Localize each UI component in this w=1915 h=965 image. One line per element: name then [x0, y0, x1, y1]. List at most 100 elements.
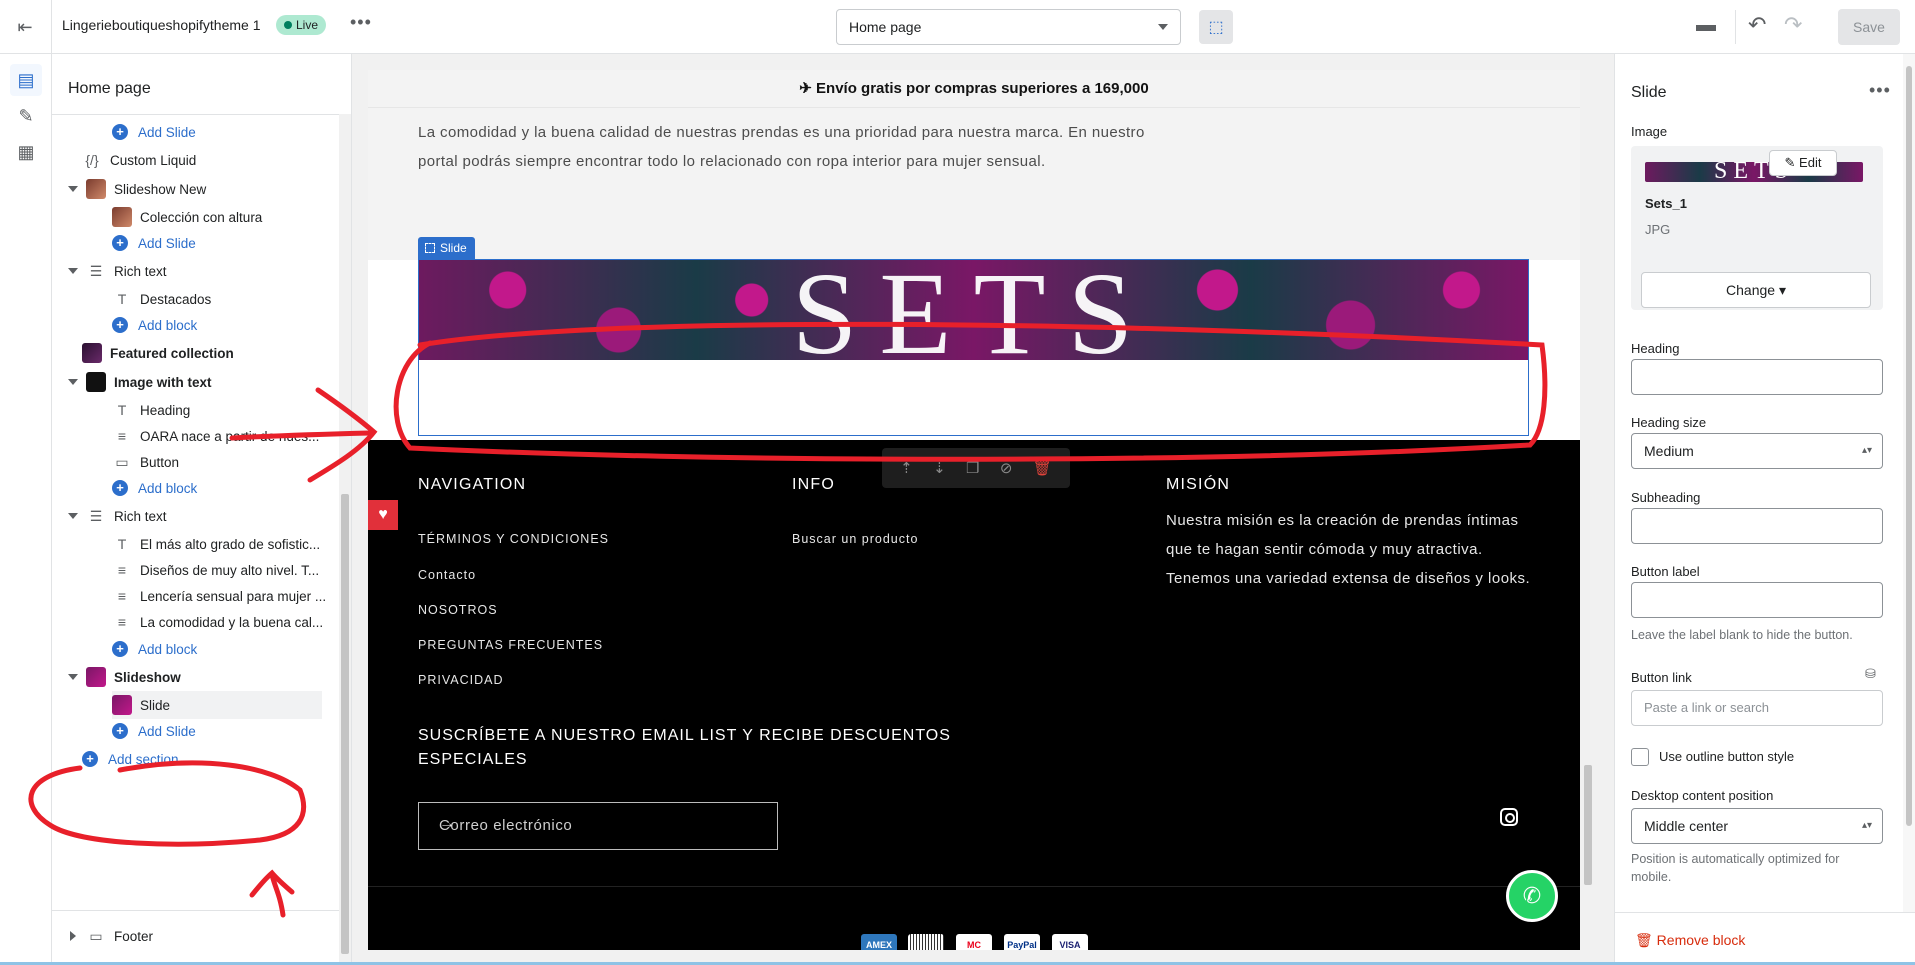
page-selector[interactable]: Home page	[836, 9, 1181, 45]
sections-icon[interactable]: ▤	[10, 64, 42, 96]
duplicate-icon[interactable]: ❐	[966, 459, 979, 477]
button-link-input[interactable]: Paste a link or search	[1631, 690, 1883, 726]
page-selector-value: Home page	[849, 19, 922, 35]
remove-block-button[interactable]: 🗑 Remove block	[1635, 932, 1745, 949]
instagram-icon[interactable]	[1500, 808, 1518, 826]
plus-icon: +	[112, 480, 128, 496]
dynamic-source-icon[interactable]: ⛁	[1865, 666, 1876, 682]
panel-divider	[52, 114, 351, 115]
paragraph-icon: ≡	[117, 588, 127, 604]
section-rich-text[interactable]: ☰ Rich text	[68, 502, 348, 530]
block-paragraph[interactable]: ≡ Diseños de muy alto nivel. T...	[112, 556, 351, 584]
preview-scrollbar-thumb[interactable]	[1584, 765, 1592, 885]
heart-icon[interactable]: ♥	[368, 500, 398, 530]
heading-input[interactable]	[1631, 359, 1883, 395]
plus-icon: +	[112, 641, 128, 657]
desktop-position-select[interactable]: Middle center ▴▾	[1631, 808, 1883, 844]
more-actions-icon[interactable]: •••	[350, 12, 372, 33]
footer-link[interactable]: PREGUNTAS FRECUENTES	[418, 638, 603, 652]
section-slideshow[interactable]: Slideshow	[68, 663, 348, 691]
desktop-view-icon[interactable]: ▬	[1696, 14, 1716, 37]
subheading-input[interactable]	[1631, 508, 1883, 544]
block-paragraph[interactable]: ≡ OARA nace a partir de nues...	[112, 422, 351, 450]
slide-tag: Slide	[418, 237, 475, 259]
outline-button-checkbox[interactable]	[1631, 748, 1649, 766]
section-slideshow-new[interactable]: Slideshow New	[68, 175, 348, 203]
theme-settings-icon[interactable]: ✎	[10, 100, 42, 132]
newsletter-email-input[interactable]: Correo electrónico →	[418, 802, 778, 850]
footer-divider	[368, 886, 1580, 887]
footer-link[interactable]: Buscar un producto	[792, 532, 918, 546]
button-label-input[interactable]	[1631, 582, 1883, 618]
move-down-icon[interactable]: ⇣	[933, 459, 946, 477]
paypal-icon: PayPal	[1004, 934, 1040, 950]
slide-selection-frame	[418, 259, 1529, 436]
settings-scrollbar[interactable]	[1903, 54, 1915, 912]
settings-title: Slide	[1631, 84, 1667, 101]
footer-link[interactable]: TÉRMINOS Y CONDICIONES	[418, 532, 609, 546]
edit-image-button[interactable]: ✎ Edit	[1769, 150, 1837, 176]
code-icon: {/}	[85, 152, 99, 168]
add-slide-button[interactable]: + Add Slide	[112, 118, 351, 146]
block-button[interactable]: ▭ Button	[112, 448, 351, 476]
paragraph-icon: ≡	[117, 428, 127, 444]
panel-scrollbar-thumb[interactable]	[341, 494, 349, 954]
section-image-with-text[interactable]: Image with text	[68, 368, 348, 396]
button-label-help: Leave the label blank to hide the button…	[1631, 628, 1853, 642]
undo-icon[interactable]: ↶	[1748, 12, 1766, 38]
image-thumbnail-icon	[86, 372, 106, 392]
redo-icon[interactable]: ↷	[1784, 12, 1802, 38]
add-block-button[interactable]: + Add block	[112, 311, 351, 339]
preview-scrollbar[interactable]	[1581, 70, 1595, 950]
section-featured-collection[interactable]: Featured collection	[82, 339, 351, 367]
chevron-down-icon	[68, 379, 78, 385]
add-section-button[interactable]: + Add section	[82, 745, 351, 773]
exit-icon[interactable]: ⇤	[10, 12, 40, 42]
button-icon: ▭	[115, 453, 129, 470]
inspector-toggle-icon[interactable]: ⬚	[1199, 10, 1233, 44]
rich-text-paragraph: La comodidad y la buena calidad de nuest…	[418, 124, 1145, 170]
arrow-right-icon[interactable]: →	[439, 815, 763, 833]
apps-icon[interactable]: ▦	[10, 136, 42, 168]
change-image-button[interactable]: Change ▾	[1641, 272, 1871, 308]
section-rich-text[interactable]: ☰ Rich text	[68, 257, 348, 285]
heading-label: Heading	[1631, 341, 1680, 356]
chevron-down-icon	[68, 268, 78, 274]
footer-link[interactable]: Contacto	[418, 568, 476, 582]
paragraph-icon: ≡	[117, 614, 127, 630]
amex-icon: AMEX	[861, 934, 897, 950]
section-custom-liquid[interactable]: {/} Custom Liquid	[82, 146, 351, 174]
settings-scrollbar-thumb[interactable]	[1906, 66, 1912, 826]
desktop-position-label: Desktop content position	[1631, 788, 1774, 803]
move-up-icon[interactable]: ⇡	[900, 459, 913, 477]
panel-divider	[52, 910, 342, 911]
add-block-button[interactable]: + Add block	[112, 474, 351, 502]
plus-icon: +	[112, 723, 128, 739]
add-slide-button[interactable]: + Add Slide	[112, 229, 351, 257]
block-slide[interactable]: Slide	[112, 691, 322, 719]
delete-icon[interactable]: 🗑	[1033, 459, 1052, 477]
footer-info-title: INFO	[792, 476, 836, 493]
block-paragraph[interactable]: ≡ Lencería sensual para mujer ...	[112, 582, 351, 610]
more-actions-icon[interactable]: •••	[1869, 80, 1891, 101]
block-coleccion-con-altura[interactable]: Colección con altura	[112, 203, 351, 231]
whatsapp-icon[interactable]: ✆	[1506, 870, 1558, 922]
block-heading[interactable]: T Heading	[112, 396, 351, 424]
heading-size-select[interactable]: Medium ▴▾	[1631, 433, 1883, 469]
live-badge: Live	[276, 15, 327, 35]
save-button[interactable]: Save	[1838, 9, 1900, 45]
block-heading[interactable]: T El más alto grado de sofistic...	[112, 530, 351, 558]
image-thumbnail-icon	[82, 343, 102, 363]
add-slide-button[interactable]: + Add Slide	[112, 717, 351, 745]
plus-icon: +	[112, 235, 128, 251]
section-footer[interactable]: ▭ Footer	[68, 922, 348, 950]
block-destacados[interactable]: T Destacados	[112, 285, 351, 313]
hide-icon[interactable]: ⊘	[1000, 459, 1013, 477]
footer-link[interactable]: PRIVACIDAD	[418, 673, 503, 687]
footer-link[interactable]: NOSOTROS	[418, 603, 498, 617]
block-paragraph[interactable]: ≡ La comodidad y la buena cal...	[112, 608, 351, 636]
footer-section: NAVIGATION TÉRMINOS Y CONDICIONES Contac…	[368, 440, 1580, 950]
add-block-button[interactable]: + Add block	[112, 635, 351, 663]
image-thumbnail-icon	[86, 667, 106, 687]
image-thumbnail-icon	[112, 695, 132, 715]
